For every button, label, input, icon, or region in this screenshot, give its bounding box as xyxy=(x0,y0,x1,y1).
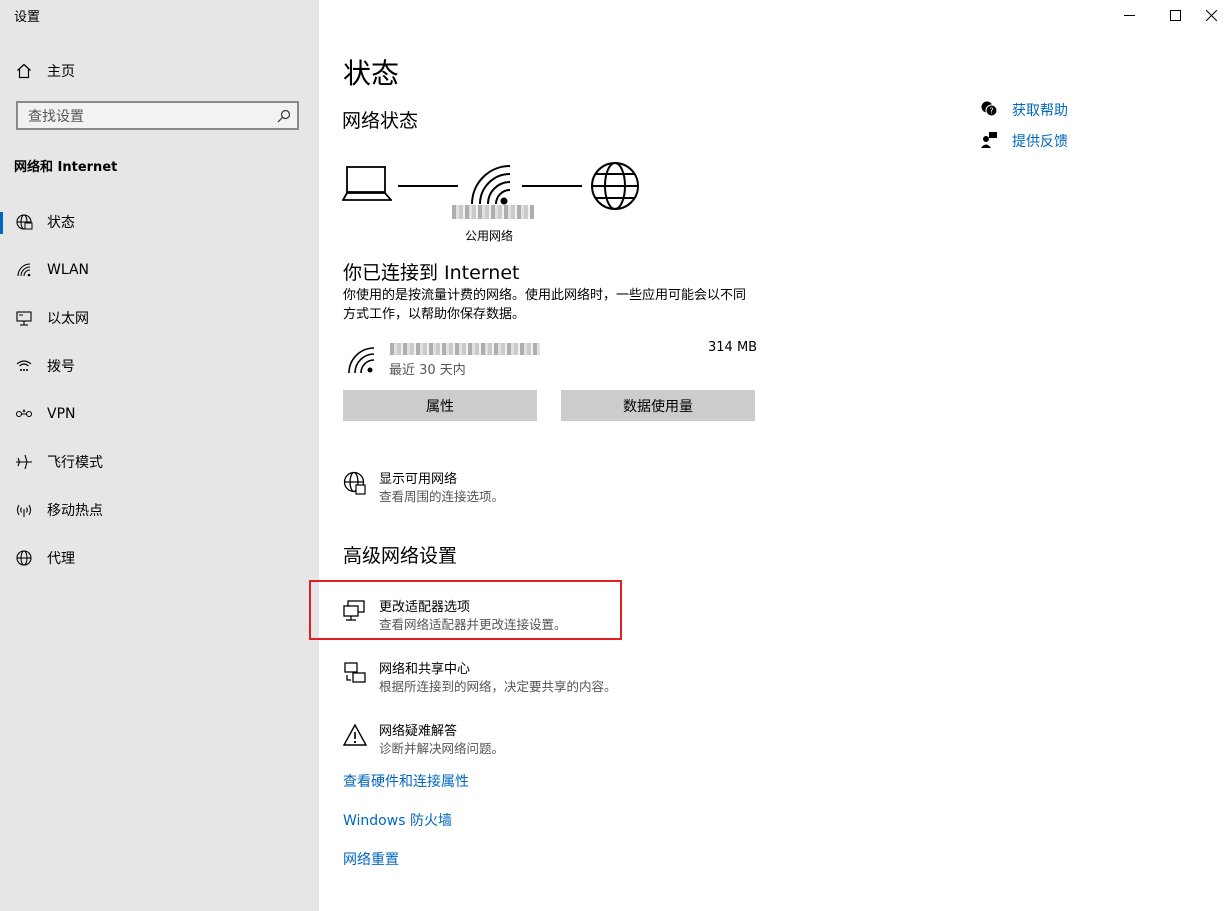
sidebar-item-airplane[interactable]: 飞行模式 xyxy=(0,442,319,482)
option-subtitle: 根据所连接到的网络，决定要共享的内容。 xyxy=(379,679,617,694)
option-title: 网络和共享中心 xyxy=(379,662,471,677)
link-hardware-properties[interactable]: 查看硬件和连接属性 xyxy=(343,771,469,791)
dialup-icon xyxy=(15,357,33,375)
link-network-reset[interactable]: 网络重置 xyxy=(343,849,399,869)
globe-network-icon xyxy=(343,471,367,495)
search-input[interactable] xyxy=(26,106,270,128)
connection-line xyxy=(398,185,458,187)
vpn-icon xyxy=(15,405,33,423)
sidebar-item-label: 飞行模式 xyxy=(47,455,103,471)
section-title: 网络和 Internet xyxy=(14,160,118,175)
usage-period: 最近 30 天内 xyxy=(389,363,466,378)
connection-line xyxy=(522,185,582,187)
sidebar-item-label: WLAN xyxy=(47,262,90,278)
nav-home-label: 主页 xyxy=(47,64,75,80)
network-sharing-center[interactable]: 网络和共享中心 根据所连接到的网络，决定要共享的内容。 xyxy=(343,658,633,698)
change-adapter-options[interactable]: 更改适配器选项 查看网络适配器并更改连接设置。 xyxy=(343,596,633,636)
sidebar-item-ethernet[interactable]: 以太网 xyxy=(0,298,319,338)
maximize-icon xyxy=(1169,6,1181,25)
option-subtitle: 诊断并解决网络问题。 xyxy=(379,741,505,756)
sidebar-item-label: 拨号 xyxy=(47,359,75,375)
laptop-icon xyxy=(341,164,393,208)
option-subtitle: 查看网络适配器并更改连接设置。 xyxy=(379,617,567,632)
sidebar-item-label: 代理 xyxy=(47,551,75,567)
network-type-label: 公用网络 xyxy=(465,229,514,243)
close-icon xyxy=(1205,6,1218,25)
search-box[interactable] xyxy=(16,101,299,130)
sidebar-item-label: VPN xyxy=(47,406,76,422)
sidebar-item-hotspot[interactable]: 移动热点 xyxy=(0,490,319,530)
sidebar-item-vpn[interactable]: VPN xyxy=(0,394,319,434)
network-troubleshooter[interactable]: 网络疑难解答 诊断并解决网络问题。 xyxy=(342,720,633,760)
get-help-link[interactable]: 获取帮助 xyxy=(1012,100,1068,120)
minimize-icon xyxy=(1123,6,1135,25)
sidebar-item-status[interactable]: 状态 xyxy=(0,202,319,242)
connected-heading: 你已连接到 Internet xyxy=(343,262,520,284)
globe-status-icon xyxy=(15,213,33,231)
help-chat-icon: ? xyxy=(980,100,998,122)
sidebar-item-wlan[interactable]: WLAN xyxy=(0,250,319,290)
proxy-globe-icon xyxy=(15,549,33,567)
minimize-button[interactable] xyxy=(1106,0,1152,30)
hotspot-icon xyxy=(15,501,33,519)
option-title: 显示可用网络 xyxy=(379,472,458,487)
sidebar-item-proxy[interactable]: 代理 xyxy=(0,538,319,578)
feedback-link[interactable]: 提供反馈 xyxy=(1012,131,1068,151)
properties-button[interactable]: 属性 xyxy=(343,390,537,421)
sidebar-item-dialup[interactable]: 拨号 xyxy=(0,346,319,386)
redacted-network-name xyxy=(452,205,534,219)
sharing-center-icon xyxy=(343,661,367,685)
data-usage-button[interactable]: 数据使用量 xyxy=(561,390,755,421)
option-title: 网络疑难解答 xyxy=(379,724,458,739)
usage-amount: 314 MB xyxy=(708,340,758,355)
link-windows-firewall[interactable]: Windows 防火墙 xyxy=(343,810,452,830)
ethernet-icon xyxy=(15,309,33,327)
page-title: 状态 xyxy=(343,57,400,90)
maximize-button[interactable] xyxy=(1152,0,1198,30)
sidebar-item-label: 以太网 xyxy=(47,311,89,327)
sidebar-item-label: 状态 xyxy=(47,215,75,231)
internet-globe-icon xyxy=(590,161,640,215)
network-diagram: 公用网络 xyxy=(340,160,650,245)
feedback-icon xyxy=(980,131,998,153)
wifi-usage-icon xyxy=(347,346,375,378)
network-adapter-icon xyxy=(343,599,367,623)
wifi-signal-icon xyxy=(468,162,512,210)
nav-home[interactable]: 主页 xyxy=(0,51,319,91)
svg-text:?: ? xyxy=(989,107,993,116)
network-status-heading: 网络状态 xyxy=(342,110,419,132)
warning-icon xyxy=(342,723,368,747)
close-button[interactable] xyxy=(1198,0,1225,30)
search-icon[interactable] xyxy=(277,108,291,127)
show-available-networks[interactable]: 显示可用网络 查看周围的连接选项。 xyxy=(343,468,633,508)
wifi-icon xyxy=(15,261,33,279)
airplane-icon xyxy=(15,453,33,471)
connected-description: 你使用的是按流量计费的网络。使用此网络时，一些应用可能会以不同方式工作，以帮助你… xyxy=(343,288,747,322)
home-icon xyxy=(15,62,33,80)
sidebar-item-label: 移动热点 xyxy=(47,503,103,519)
advanced-heading: 高级网络设置 xyxy=(343,545,458,567)
option-title: 更改适配器选项 xyxy=(379,600,471,615)
sidebar: 设置 主页 网络和 Internet 状态 WLAN 以太网 xyxy=(0,0,319,911)
app-title: 设置 xyxy=(14,10,41,25)
redacted-ssid xyxy=(390,343,540,355)
option-subtitle: 查看周围的连接选项。 xyxy=(379,489,505,504)
